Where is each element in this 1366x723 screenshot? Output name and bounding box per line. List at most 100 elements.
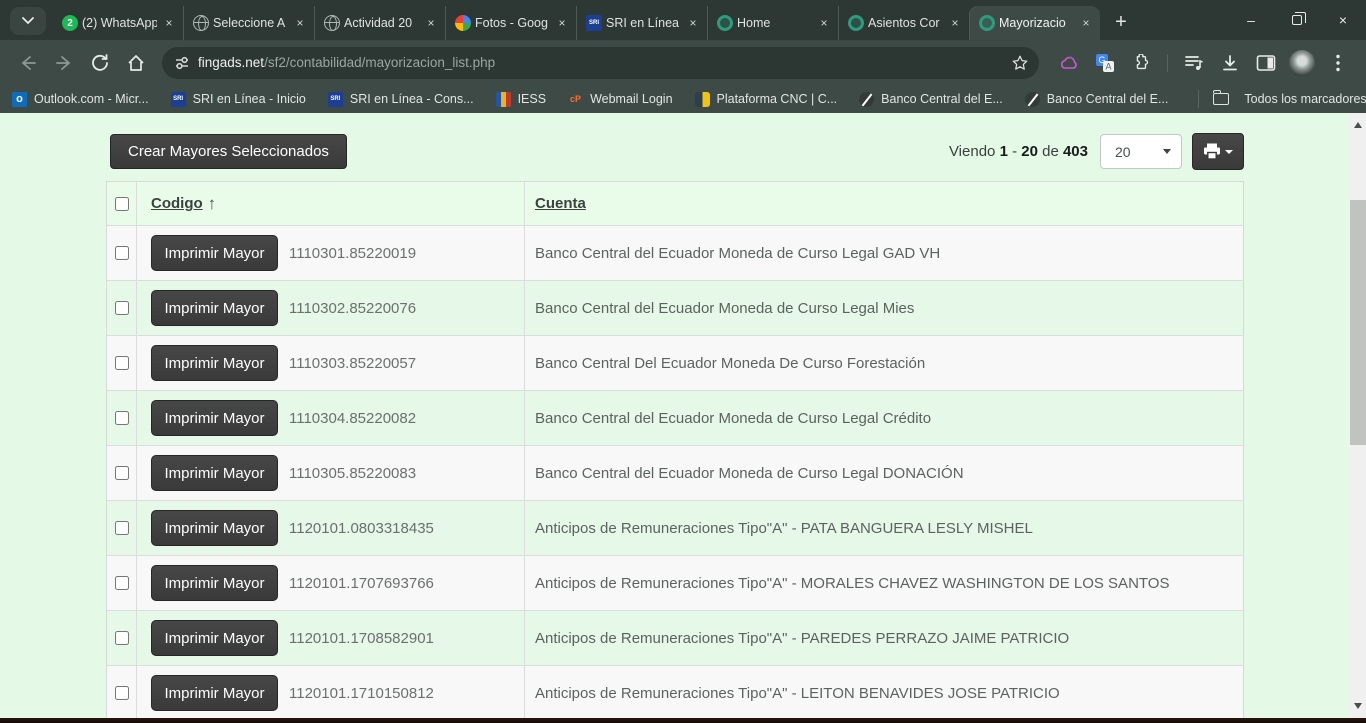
page-size-select[interactable]: 20 [1100,134,1182,169]
imprimir-mayor-button[interactable]: Imprimir Mayor [151,455,278,491]
browser-tab[interactable]: Asientos Cor × [838,6,969,40]
cuenta-header-label[interactable]: Cuenta [535,195,586,212]
codigo-header-label[interactable]: Codigo [151,195,203,212]
row-checkbox-cell [107,666,137,718]
tab-close-icon[interactable]: × [685,15,701,31]
viewing-word: Viendo [949,143,995,160]
table-row: Imprimir Mayor 1120101.1708582901 Antici… [107,610,1243,665]
row-codigo: 1110304.85220082 [289,410,416,427]
browser-tab[interactable]: Mayorizacio × [969,6,1100,40]
tab-close-icon[interactable]: × [816,15,832,31]
imprimir-mayor-button[interactable]: Imprimir Mayor [151,235,278,271]
bookmark-item[interactable]: Banco Central del E... [859,92,1003,107]
forward-button[interactable] [48,47,80,79]
translate-extension-icon[interactable]: G A [1089,47,1121,79]
reload-button[interactable] [84,47,116,79]
row-checkbox[interactable] [115,631,129,645]
row-codigo: 1120101.1708582901 [289,630,434,647]
tab-favicon [848,15,864,31]
row-checkbox[interactable] [115,356,129,370]
all-bookmarks[interactable]: Todos los marcadores [1190,90,1366,108]
row-checkbox[interactable] [115,576,129,590]
select-all-checkbox[interactable] [115,197,129,211]
bookmarks-list: Outlook.com - Micr... SRI en Línea - Ini… [12,92,1190,107]
tab-close-icon[interactable]: × [292,15,308,31]
table-row: Imprimir Mayor 1110305.85220083 Banco Ce… [107,445,1243,500]
row-checkbox[interactable] [115,466,129,480]
browser-menu-icon[interactable] [1322,47,1354,79]
extensions-puzzle-icon[interactable] [1125,47,1157,79]
bookmark-item[interactable]: SRI en Línea - Inicio [171,92,306,107]
back-button[interactable] [12,47,44,79]
imprimir-mayor-button[interactable]: Imprimir Mayor [151,565,278,601]
browser-tab[interactable]: Fotos - Goog × [445,6,576,40]
table-row: Imprimir Mayor 1110304.85220082 Banco Ce… [107,390,1243,445]
media-controls-icon[interactable] [1178,47,1210,79]
tab-favicon [324,15,340,31]
bookmark-item[interactable]: Plataforma CNC | C... [695,92,838,107]
browser-tab[interactable]: Seleccione A × [183,6,314,40]
forward-arrow-icon [54,53,74,73]
home-button[interactable] [120,47,152,79]
scrollbar[interactable] [1350,113,1366,718]
bookmark-item[interactable]: SRI en Línea - Cons... [328,92,474,107]
row-cuenta: Anticipos de Remuneraciones Tipo"A" - PA… [525,501,1243,555]
bookmark-item[interactable]: IESS [496,92,547,107]
scroll-down-arrow[interactable] [1354,703,1362,709]
row-codigo-cell: Imprimir Mayor 1120101.0803318435 [137,501,525,555]
row-cuenta: Banco Central del Ecuador Moneda de Curs… [525,281,1243,335]
tab-close-icon[interactable]: × [161,15,177,31]
scrollbar-thumb[interactable] [1350,200,1366,445]
downloads-icon[interactable] [1214,47,1246,79]
restore-button[interactable] [1274,0,1320,40]
row-checkbox[interactable] [115,686,129,700]
browser-tab[interactable]: SRI en Línea × [576,6,707,40]
bookmark-item[interactable]: Webmail Login [568,92,672,107]
imprimir-mayor-button[interactable]: Imprimir Mayor [151,400,278,436]
bookmark-star-icon[interactable] [1011,54,1029,72]
new-tab-button[interactable]: + [1106,7,1136,37]
side-panel-icon[interactable] [1250,47,1282,79]
row-checkbox[interactable] [115,301,129,315]
print-menu-button[interactable] [1192,133,1244,170]
tab-close-icon[interactable]: × [554,15,570,31]
profile-avatar[interactable] [1286,47,1318,79]
list-controls: Crear Mayores Seleccionados Viendo 1 - 2… [110,133,1244,170]
row-cuenta: Anticipos de Remuneraciones Tipo"A" - LE… [525,666,1243,718]
printer-icon [1203,143,1221,160]
browser-tab[interactable]: Actividad 20 × [314,6,445,40]
tab-close-icon[interactable]: × [1078,15,1094,31]
row-codigo-cell: Imprimir Mayor 1110302.85220076 [137,281,525,335]
tab-favicon [717,15,733,31]
select-chevron-icon [1163,149,1171,154]
avatar [1289,50,1315,76]
browser-tab[interactable]: (2) WhatsApp × [52,6,183,40]
imprimir-mayor-button[interactable]: Imprimir Mayor [151,620,278,656]
bookmark-favicon [171,92,186,107]
tab-favicon [193,15,209,31]
restore-icon [1292,15,1302,25]
bookmark-item[interactable]: Outlook.com - Micr... [12,92,149,107]
crear-mayores-button[interactable]: Crear Mayores Seleccionados [110,134,347,169]
row-checkbox[interactable] [115,246,129,260]
imprimir-mayor-button[interactable]: Imprimir Mayor [151,675,278,711]
minimize-button[interactable]: – [1228,0,1274,40]
tab-search-button[interactable] [10,7,46,35]
imprimir-mayor-button[interactable]: Imprimir Mayor [151,510,278,546]
site-info-icon[interactable] [174,55,190,71]
imprimir-mayor-button[interactable]: Imprimir Mayor [151,290,278,326]
imprimir-mayor-button[interactable]: Imprimir Mayor [151,345,278,381]
cloud-extension-icon[interactable] [1053,47,1085,79]
tab-close-icon[interactable]: × [423,15,439,31]
tab-close-icon[interactable]: × [947,15,963,31]
scroll-up-arrow[interactable] [1354,122,1362,128]
bookmark-item[interactable]: Banco Central del E... [1025,92,1169,107]
row-checkbox-cell [107,281,137,335]
row-checkbox[interactable] [115,521,129,535]
sort-ascending-icon: ↑ [208,194,217,214]
row-checkbox[interactable] [115,411,129,425]
browser-tab[interactable]: Home × [707,6,838,40]
address-bar[interactable]: fingads.net /sf2/contabilidad/mayorizaci… [162,47,1039,79]
row-checkbox-cell [107,336,137,390]
close-window-button[interactable]: × [1320,0,1366,40]
